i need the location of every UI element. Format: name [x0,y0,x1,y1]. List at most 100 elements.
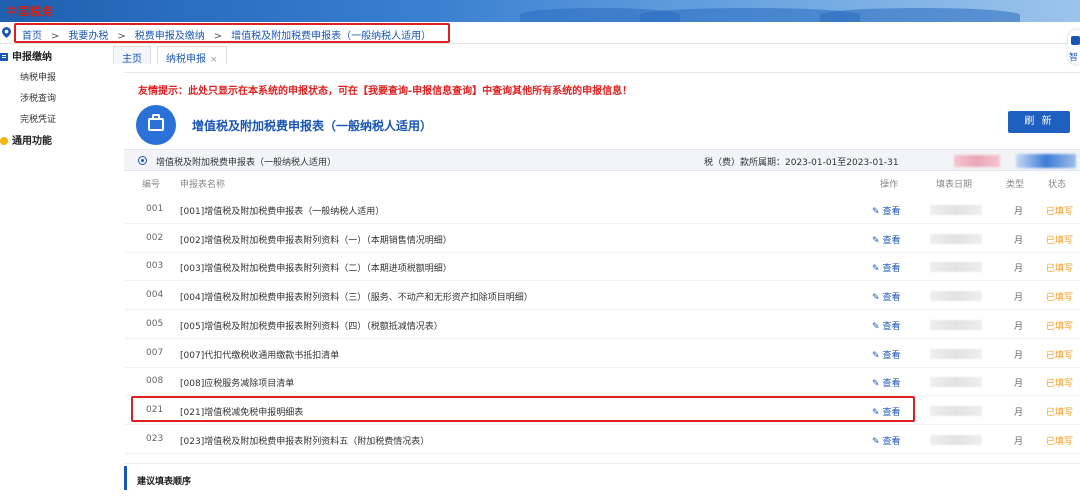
sidebar-section-common[interactable]: 通用功能 [0,132,52,147]
table-row: 023 [023]增值税及附加税费申报表附列资料五（附加税费情况表） ✎ 查看 月 已填写 [124,426,1080,454]
tab-home[interactable]: 主页 [113,46,151,65]
sidebar-section-filing[interactable]: 申报缴纳 [0,48,52,63]
sidebar: 申报缴纳 纳税申报 涉税查询 完税凭证 通用功能 [0,44,112,504]
edit-icon: ✎ [872,321,880,332]
sidebar-section-label: 申报缴纳 [12,52,52,63]
form-name: [005]增值税及附加税费申报表附列资料（四）（税额抵减情况表） [180,321,443,332]
section-accent-bar [124,466,127,490]
row-number: 023 [146,433,164,444]
period-type: 月 [1014,350,1024,361]
row-number: 003 [146,261,164,272]
breadcrumb-separator: > [51,31,60,42]
col-name: 申报表名称 [180,180,226,190]
breadcrumb: 首页 > 我要办税 > 税费申报及缴纳 > 增值税及附加税费申报表（一般纳税人适用） [22,27,431,42]
section-name: 增值税及附加税费申报表（一般纳税人适用） [156,158,337,168]
tab-label: 纳税申报 [166,54,206,65]
tax-period: 税（费）款所属期：2023-01-01至2023-01-31 [704,158,899,168]
redacted-date [930,348,982,359]
table-row: 001 [001]增值税及附加税费申报表（一般纳税人适用） ✎ 查看 月 已填写 [124,196,1080,224]
period-type: 月 [1014,436,1024,447]
view-label: 查看 [882,293,901,304]
status-badge: 已填写 [1046,321,1074,332]
view-label: 查看 [882,436,901,447]
common-functions-icon [0,137,8,145]
redacted-date [930,319,982,330]
form-name: [002]增值税及附加税费申报表附列资料（一）（本期销售情况明细） [180,235,452,246]
view-link[interactable]: ✎ 查看 [872,233,901,246]
table-row: 008 [008]应税服务减除项目清单 ✎ 查看 月 已填写 [124,368,1080,397]
col-op: 操作 [880,180,899,190]
filing-menu-icon [0,53,8,61]
row-number: 001 [146,204,164,214]
suggest-order-section: 建议填表顺序 [124,463,1080,493]
breadcrumb-vat-form[interactable]: 增值税及附加税费申报表（一般纳税人适用） [231,31,431,42]
row-number: 002 [146,232,164,243]
row-number: 008 [146,376,164,387]
view-link[interactable]: ✎ 查看 [872,376,901,389]
redacted-date [930,205,982,215]
assistant-icon [1071,36,1080,45]
edit-icon: ✎ [872,436,880,447]
status-badge: 已填写 [1046,379,1074,390]
suggest-title: 建议填表顺序 [137,477,192,487]
edit-icon: ✎ [872,293,880,304]
table-row: 004 [004]增值税及附加税费申报表附列资料（三）（服务、不动产和无形资产扣除… [124,282,1080,311]
view-link[interactable]: ✎ 查看 [872,204,901,217]
col-status: 状态 [1048,180,1067,190]
status-badge: 已填写 [1046,264,1074,275]
period-type: 月 [1014,379,1024,390]
view-link[interactable]: ✎ 查看 [872,290,901,303]
row-number: 007 [146,347,164,358]
period-type: 月 [1014,235,1024,246]
floating-assistant-button[interactable]: 智 [1068,30,1080,64]
redacted-date [930,405,982,416]
breadcrumb-home[interactable]: 首页 [22,31,42,42]
view-label: 查看 [882,207,901,217]
col-date: 填表日期 [936,180,973,190]
status-badge: 已填写 [1046,293,1074,304]
status-badge: 已填写 [1046,407,1074,418]
banner-decoration [820,8,1020,22]
status-badge: 已填写 [1046,207,1074,217]
form-title: 增值税及附加税费申报表（一般纳税人适用） [192,119,433,133]
view-label: 查看 [882,264,901,275]
form-name: [008]应税服务减除项目清单 [180,379,295,390]
period-type: 月 [1014,293,1024,304]
view-link[interactable]: ✎ 查看 [872,261,901,274]
table-header: 编号 申报表名称 操作 填表日期 类型 状态 [124,177,1080,191]
radio-selected-icon[interactable] [138,156,147,165]
col-no: 编号 [142,180,161,190]
status-badge: 已填写 [1046,350,1074,361]
redacted-date [930,434,982,445]
view-link[interactable]: ✎ 查看 [872,348,901,361]
breadcrumb-tax-service[interactable]: 我要办税 [68,31,108,42]
breadcrumb-tax-filing[interactable]: 税费申报及缴纳 [135,31,205,42]
sidebar-section-label: 通用功能 [12,136,52,147]
edit-icon: ✎ [872,235,880,246]
close-icon[interactable]: × [210,55,218,65]
row-number: 005 [146,318,164,329]
sidebar-item-tax-certificate[interactable]: 完税凭证 [20,112,56,125]
edit-icon: ✎ [872,264,880,275]
form-name: [007]代扣代缴税收通用缴款书抵扣清单 [180,350,340,361]
edit-icon: ✎ [872,350,880,361]
sidebar-item-tax-filing[interactable]: 纳税申报 [20,70,56,83]
redacted-date [930,377,982,388]
assistant-label: 智 [1069,53,1079,63]
breadcrumb-bar: 首页 > 我要办税 > 税费申报及缴纳 > 增值税及附加税费申报表（一般纳税人适用） [0,22,1080,44]
period-type: 月 [1014,207,1024,217]
form-section-header: 增值税及附加税费申报表（一般纳税人适用） 税（费）款所属期：2023-01-01… [124,149,1080,171]
app-logo: 中国税务 [6,5,54,18]
tab-tax-filing[interactable]: 纳税申报 × [157,46,227,65]
view-link[interactable]: ✎ 查看 [872,434,901,447]
edit-icon: ✎ [872,207,880,217]
view-link[interactable]: ✎ 查看 [872,319,901,332]
breadcrumb-separator: > [117,31,126,42]
row-highlight [131,396,915,422]
redacted-date [930,233,982,244]
main-content: 友情提示：此处只显示在本系统的申报状态，可在【我要查询-申报信息查询】中查询其他… [124,72,1080,504]
table-row: 005 [005]增值税及附加税费申报表附列资料（四）（税额抵减情况表） ✎ 查看 月 已… [124,311,1080,339]
view-label: 查看 [882,350,901,361]
sidebar-item-tax-query[interactable]: 涉税查询 [20,91,56,104]
refresh-button[interactable]: 刷 新 [1008,111,1070,133]
